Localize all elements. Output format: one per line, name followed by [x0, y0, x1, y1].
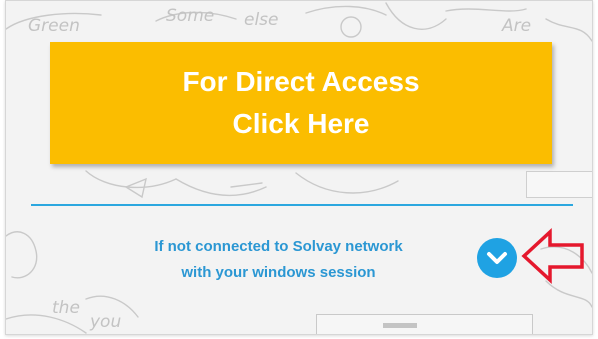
sketch-word-1: Green: [28, 16, 80, 36]
expand-button[interactable]: [477, 238, 517, 278]
sketch-card-bar: [383, 323, 417, 328]
direct-access-line2: Click Here: [232, 108, 370, 139]
red-arrow-left-icon: [521, 228, 584, 284]
login-panel: Green Some else Are the you For Direct A…: [5, 0, 593, 335]
sketch-word-2: Some: [166, 6, 214, 26]
sketch-card-bottom: [316, 314, 533, 334]
screenshot-frame: Green Some else Are the you For Direct A…: [0, 0, 598, 339]
sketch-word-5: the: [52, 298, 80, 318]
sketch-word-3: else: [244, 10, 279, 30]
sketch-word-6: you: [89, 312, 121, 332]
network-note-line2: with your windows session: [181, 264, 376, 281]
network-note: If not connected to Solvay network with …: [106, 234, 451, 286]
divider-line: [31, 204, 573, 206]
sketch-word-4: Are: [501, 16, 531, 36]
direct-access-button[interactable]: For Direct Access Click Here: [50, 42, 552, 164]
chevron-down-icon: [487, 252, 507, 264]
direct-access-line1: For Direct Access: [182, 66, 420, 97]
network-note-line1: If not connected to Solvay network: [154, 238, 403, 255]
sketch-card-right: [526, 171, 592, 198]
